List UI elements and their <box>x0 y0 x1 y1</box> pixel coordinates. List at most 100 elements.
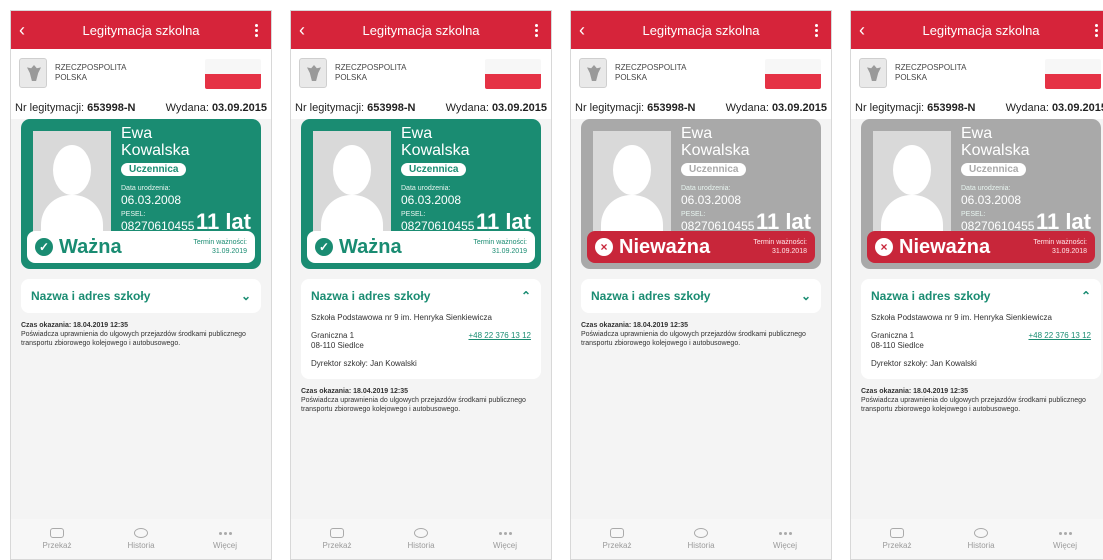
id-number-label: Nr legitymacji: <box>855 102 928 114</box>
nav-history[interactable]: Historia <box>391 528 451 550</box>
more-options-icon[interactable] <box>249 23 263 37</box>
poland-flag-icon <box>765 59 821 89</box>
dob-value: 06.03.2008 <box>961 193 1022 207</box>
expiry-date: 31.09.2019 <box>211 248 247 255</box>
school-name: Szkoła Podstawowa nr 9 im. Henryka Sienk… <box>311 313 492 322</box>
nav-more[interactable]: Więcej <box>195 528 255 550</box>
nav-share-label: Przekaż <box>42 541 72 550</box>
last-name: Kowalska <box>681 142 750 159</box>
school-phone-link[interactable]: +48 22 376 13 12 <box>1028 331 1091 351</box>
rp-header: RZECZPOSPOLITA POLSKA <box>291 49 551 97</box>
first-name: Ewa <box>401 125 433 142</box>
expiry-label: Termin ważności: <box>753 239 807 246</box>
rp-header: RZECZPOSPOLITA POLSKA <box>571 49 831 97</box>
issued-label: Wydana: <box>445 102 492 114</box>
issued-label: Wydana: <box>725 102 772 114</box>
nav-share[interactable]: Przekaż <box>307 528 367 550</box>
history-icon <box>414 528 428 538</box>
nav-history-label: Historia <box>407 541 435 550</box>
school-section[interactable]: Nazwa i adres szkoły ⌃ Szkoła Podstawowa… <box>301 279 541 379</box>
more-options-icon[interactable] <box>1089 23 1103 37</box>
person-photo-placeholder <box>593 131 671 235</box>
pesel-label: PESEL: <box>961 211 986 218</box>
check-icon: ✓ <box>35 238 53 256</box>
person-photo-placeholder <box>313 131 391 235</box>
eagle-emblem-icon <box>299 58 327 88</box>
id-number: 653998-N <box>647 102 696 114</box>
nav-share[interactable]: Przekaż <box>587 528 647 550</box>
rights-text: Poświadcza uprawnienia do ulgowych przej… <box>21 331 246 347</box>
person-name: Ewa Kowalska <box>401 125 469 159</box>
history-icon <box>694 528 708 538</box>
top-app-bar: ‹ Legitymacja szkolna <box>851 11 1103 49</box>
meta: Czas okazania: 18.04.2019 12:35 Poświadc… <box>861 387 1101 414</box>
issued-label: Wydana: <box>165 102 212 114</box>
phone-screen-2: ‹ Legitymacja szkolna RZECZPOSPOLITA POL… <box>290 10 552 560</box>
id-card: Ewa Kowalska Uczennica Data urodzenia: 0… <box>861 119 1101 269</box>
nav-history[interactable]: Historia <box>951 528 1011 550</box>
share-icon <box>50 528 64 538</box>
page-title: Legitymacja szkolna <box>922 22 1040 38</box>
meta: Czas okazania: 18.04.2019 12:35 Poświadc… <box>21 321 261 348</box>
school-section[interactable]: Nazwa i adres szkoły ⌄ <box>21 279 261 313</box>
school-street: Graniczna 1 <box>871 331 915 340</box>
school-section-title: Nazwa i adres szkoły <box>311 289 431 303</box>
nav-more[interactable]: Więcej <box>1035 528 1095 550</box>
back-icon[interactable]: ‹ <box>859 20 873 41</box>
check-icon: ✓ <box>315 238 333 256</box>
dob-value: 06.03.2008 <box>401 193 462 207</box>
nav-share[interactable]: Przekaż <box>867 528 927 550</box>
school-section-title: Nazwa i adres szkoły <box>591 289 711 303</box>
expiry-label: Termin ważności: <box>193 239 247 246</box>
id-line: Nr legitymacji: 653998-N Wydana: 03.09.2… <box>11 97 271 119</box>
pesel-label: PESEL: <box>401 211 426 218</box>
top-app-bar: ‹ Legitymacja szkolna <box>291 11 551 49</box>
id-line: Nr legitymacji: 653998-N Wydana: 03.09.2… <box>571 97 831 119</box>
expiry-date: 31.09.2018 <box>1051 248 1087 255</box>
role-badge: Uczennica <box>681 163 747 176</box>
nav-history-label: Historia <box>687 541 715 550</box>
back-icon[interactable]: ‹ <box>299 20 313 41</box>
nav-share[interactable]: Przekaż <box>27 528 87 550</box>
expiry: Termin ważności: 31.09.2018 <box>753 238 807 256</box>
bottom-nav: Przekaż Historia Więcej <box>291 519 551 559</box>
dob-label: Data urodzenia: <box>401 185 451 192</box>
republic-text: RZECZPOSPOLITA POLSKA <box>615 63 687 82</box>
nav-more[interactable]: Więcej <box>475 528 535 550</box>
nav-history[interactable]: Historia <box>671 528 731 550</box>
more-options-icon[interactable] <box>809 23 823 37</box>
back-icon[interactable]: ‹ <box>579 20 593 41</box>
school-section[interactable]: Nazwa i adres szkoły ⌃ Szkoła Podstawowa… <box>861 279 1101 379</box>
id-number-label: Nr legitymacji: <box>15 102 88 114</box>
issued-date: 03.09.2015 <box>491 102 547 114</box>
back-icon[interactable]: ‹ <box>19 20 33 41</box>
school-details: Szkoła Podstawowa nr 9 im. Henryka Sienk… <box>311 303 531 369</box>
nav-more[interactable]: Więcej <box>755 528 815 550</box>
shown-time: Czas okazania: 18.04.2019 12:35 <box>581 322 689 329</box>
nav-history[interactable]: Historia <box>111 528 171 550</box>
expiry-label: Termin ważności: <box>1033 239 1087 246</box>
last-name: Kowalska <box>401 142 470 159</box>
status-banner: ✓ Ważna Termin ważności: 31.09.2019 <box>27 231 255 263</box>
person-photo-placeholder <box>873 131 951 235</box>
id-number-label: Nr legitymacji: <box>295 102 368 114</box>
shown-time: Czas okazania: 18.04.2019 12:35 <box>301 388 409 395</box>
expiry: Termin ważności: 31.09.2018 <box>1033 238 1087 256</box>
school-phone-link[interactable]: +48 22 376 13 12 <box>468 331 531 351</box>
nav-share-label: Przekaż <box>882 541 912 550</box>
id-number: 653998-N <box>927 102 976 114</box>
status-text: Ważna <box>339 235 402 258</box>
more-options-icon[interactable] <box>529 23 543 37</box>
shown-time: Czas okazania: 18.04.2019 12:35 <box>861 388 969 395</box>
dob-label: Data urodzenia: <box>121 185 171 192</box>
dob-value: 06.03.2008 <box>121 193 182 207</box>
id-card: Ewa Kowalska Uczennica Data urodzenia: 0… <box>21 119 261 269</box>
id-line: Nr legitymacji: 653998-N Wydana: 03.09.2… <box>291 97 551 119</box>
expiry-date: 31.09.2019 <box>491 248 527 255</box>
role-badge: Uczennica <box>401 163 467 176</box>
id-number-label: Nr legitymacji: <box>575 102 648 114</box>
school-section[interactable]: Nazwa i adres szkoły ⌄ <box>581 279 821 313</box>
expiry-date: 31.09.2018 <box>771 248 807 255</box>
status-banner: × Nieważna Termin ważności: 31.09.2018 <box>587 231 815 263</box>
poland-flag-icon <box>1045 59 1101 89</box>
